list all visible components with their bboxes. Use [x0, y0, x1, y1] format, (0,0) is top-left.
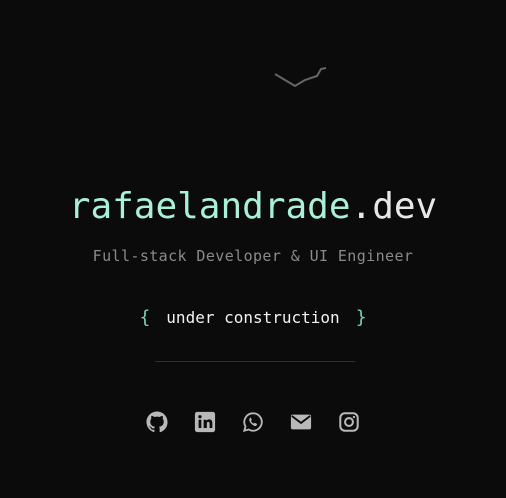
status-line: { under construction} [0, 306, 506, 330]
social-links [0, 411, 506, 433]
email-icon [290, 414, 312, 430]
brace-close: } [355, 307, 367, 328]
github-icon [146, 411, 168, 433]
linkedin-link[interactable] [194, 411, 216, 433]
whatsapp-icon [242, 412, 263, 433]
status-text: under construction [166, 308, 340, 327]
site-title-name: rafaelandrade [68, 186, 351, 227]
site-title: rafaelandrade.dev [0, 183, 506, 231]
instagram-icon [339, 412, 359, 432]
brace-open: { [139, 307, 151, 328]
github-link[interactable] [146, 411, 168, 433]
subtitle: Full-stack Developer & UI Engineer [92, 247, 414, 265]
site-title-tld: .dev [350, 186, 438, 227]
linkedin-icon [194, 411, 216, 433]
zigzag-logo-icon [274, 67, 327, 88]
whatsapp-link[interactable] [242, 411, 264, 433]
divider [155, 361, 355, 362]
email-link[interactable] [290, 411, 312, 433]
instagram-link[interactable] [338, 411, 360, 433]
